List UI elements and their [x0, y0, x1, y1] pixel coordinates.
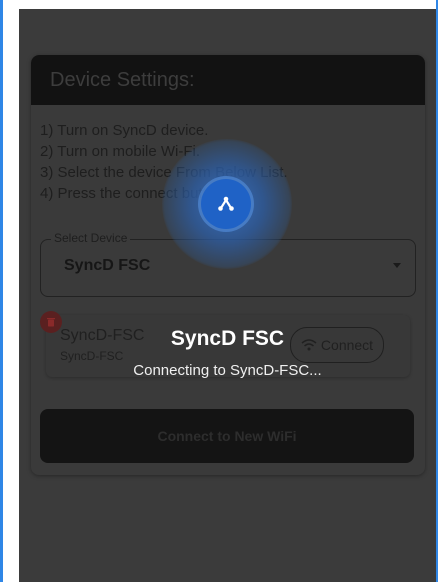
card-title: Device Settings: [50, 69, 195, 91]
connect-new-wifi-button[interactable]: Connect to New WiFi [40, 409, 414, 463]
frame-top [0, 0, 443, 9]
overlay-title: SyncD FSC [170, 327, 285, 350]
loading-badge [201, 179, 251, 229]
device-subtitle: SyncD-FSC [60, 349, 124, 363]
selected-device-value: SyncD FSC [64, 257, 151, 274]
share-nodes-icon [218, 196, 234, 211]
dropdown-arrow-icon [393, 263, 401, 268]
card-header: Device Settings: [31, 55, 425, 105]
frame-right-border [436, 0, 443, 582]
select-device-label: Select Device [51, 231, 131, 245]
instruction-step: 1) Turn on SyncD device. [40, 122, 209, 139]
frame-left-border [0, 0, 19, 582]
app-screen: Device Settings: 1) Turn on SyncD device… [19, 9, 436, 582]
overlay-status: Connecting to SyncD-FSC... [133, 362, 322, 379]
